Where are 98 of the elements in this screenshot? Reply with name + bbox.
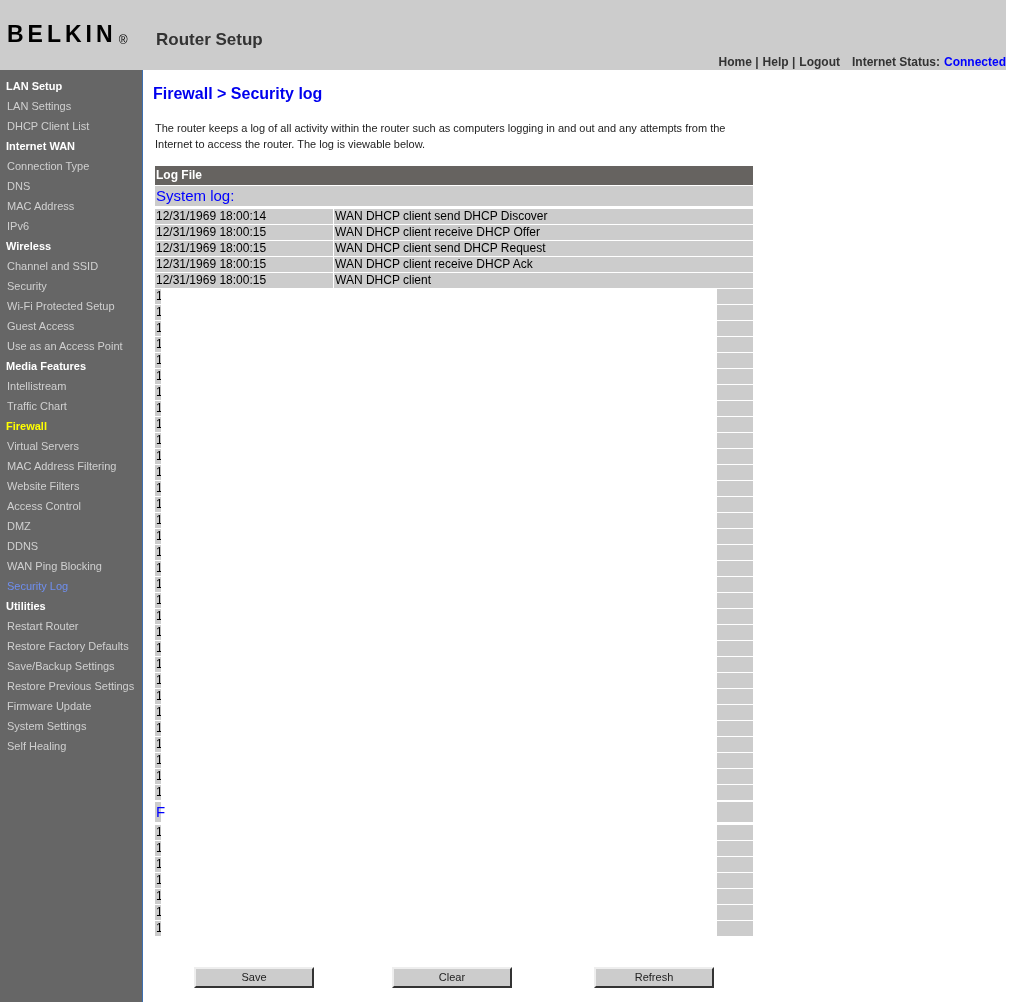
sidebar-item[interactable]: Virtual Servers <box>0 436 142 456</box>
sidebar-item[interactable]: DNS <box>0 176 142 196</box>
sidebar-item[interactable]: LAN Settings <box>0 96 142 116</box>
sidebar-item[interactable]: Restart Router <box>0 616 142 636</box>
registered-mark: ® <box>118 34 128 46</box>
log-message: WAN DHCP client receive DHCP Ack <box>334 257 753 272</box>
row-filler <box>717 369 753 384</box>
header-title: Router Setup <box>155 29 264 51</box>
row-filler <box>717 321 753 336</box>
sidebar-item[interactable]: Guest Access <box>0 316 142 336</box>
row-filler <box>717 921 753 936</box>
sidebar-item[interactable]: DHCP Client List <box>0 116 142 136</box>
row-filler <box>717 873 753 888</box>
sidebar-heading[interactable]: Internet WAN <box>0 136 142 156</box>
sidebar-heading[interactable]: Firewall <box>0 416 142 436</box>
log-header: Log File <box>155 166 753 185</box>
sidebar-item[interactable]: IPv6 <box>0 216 142 236</box>
row-filler <box>717 481 753 496</box>
row-filler <box>717 465 753 480</box>
log-message: WAN DHCP client send DHCP Request <box>334 241 753 256</box>
row-filler <box>717 802 753 822</box>
row-filler <box>717 609 753 624</box>
row-filler <box>717 841 753 856</box>
row-filler <box>717 785 753 800</box>
log-message: WAN DHCP client send DHCP Discover <box>334 209 753 224</box>
row-filler <box>717 545 753 560</box>
sidebar-item[interactable]: Website Filters <box>0 476 142 496</box>
log-time: 12/31/1969 18:00:15 <box>155 257 334 272</box>
sidebar-item[interactable]: DMZ <box>0 516 142 536</box>
row-filler <box>717 657 753 672</box>
sidebar-item[interactable]: Firmware Update <box>0 696 142 716</box>
row-filler <box>717 889 753 904</box>
log-time: 12/31/1969 18:00:15 <box>155 225 334 240</box>
row-filler <box>717 529 753 544</box>
sidebar-item[interactable]: MAC Address Filtering <box>0 456 142 476</box>
header-link[interactable]: Home | <box>718 52 759 71</box>
row-filler <box>717 825 753 840</box>
row-filler <box>717 561 753 576</box>
row-filler <box>717 857 753 872</box>
sidebar-item[interactable]: Access Control <box>0 496 142 516</box>
row-filler <box>717 289 753 304</box>
sidebar-item[interactable]: Intellistream <box>0 376 142 396</box>
row-filler <box>717 577 753 592</box>
sidebar-heading[interactable]: Media Features <box>0 356 142 376</box>
row-filler <box>717 689 753 704</box>
row-filler <box>717 353 753 368</box>
sidebar-heading[interactable]: Wireless <box>0 236 142 256</box>
sidebar-item[interactable]: MAC Address <box>0 196 142 216</box>
action-button[interactable]: Refresh <box>594 967 714 988</box>
sidebar-heading[interactable]: Utilities <box>0 596 142 616</box>
status-label: Internet Status: <box>851 53 940 71</box>
log-message: WAN DHCP client <box>334 273 753 288</box>
row-filler <box>717 417 753 432</box>
row-filler <box>717 705 753 720</box>
log-time: 12/31/1969 18:00:14 <box>155 209 334 224</box>
sidebar-item[interactable]: Save/Backup Settings <box>0 656 142 676</box>
row-filler <box>717 769 753 784</box>
log-section-title: System log: <box>155 186 753 206</box>
row-filler <box>717 305 753 320</box>
page-title: Firewall > Security log <box>153 84 324 104</box>
sidebar-item[interactable]: Restore Previous Settings <box>0 676 142 696</box>
row-filler <box>717 513 753 528</box>
sidebar-item[interactable]: Self Healing <box>0 736 142 756</box>
header-link[interactable]: Logout <box>799 52 840 71</box>
row-filler <box>717 433 753 448</box>
row-filler <box>717 449 753 464</box>
row-filler <box>717 721 753 736</box>
sidebar-item[interactable]: Channel and SSID <box>0 256 142 276</box>
brand-logo: BELKIN <box>7 23 117 46</box>
sidebar-item[interactable]: WAN Ping Blocking <box>0 556 142 576</box>
log-time: 12/31/1969 18:00:15 <box>155 241 334 256</box>
sidebar-item[interactable]: DDNS <box>0 536 142 556</box>
row-filler <box>717 905 753 920</box>
row-filler <box>717 753 753 768</box>
row-filler <box>717 737 753 752</box>
row-filler <box>717 497 753 512</box>
row-filler <box>717 385 753 400</box>
action-button[interactable]: Clear <box>392 967 512 988</box>
intro-text: The router keeps a log of all activity within the router such as computers logging in and out and any attempts from the Internet to access the router. The log is viewable below. <box>155 121 727 152</box>
sidebar-item[interactable]: Wi-Fi Protected Setup <box>0 296 142 316</box>
row-filler <box>717 673 753 688</box>
header-link[interactable]: Help | <box>762 52 796 71</box>
row-filler <box>717 401 753 416</box>
row-filler <box>717 593 753 608</box>
log-time: 12/31/1969 18:00:15 <box>155 273 334 288</box>
status-value: Connected <box>944 53 1006 71</box>
row-filler <box>717 625 753 640</box>
row-filler <box>717 337 753 352</box>
row-filler <box>717 641 753 656</box>
action-button[interactable]: Save <box>194 967 314 988</box>
sidebar-item[interactable]: Security <box>0 276 142 296</box>
sidebar-heading[interactable]: LAN Setup <box>0 76 142 96</box>
sidebar-item[interactable]: Connection Type <box>0 156 142 176</box>
log-message: WAN DHCP client receive DHCP Offer <box>334 225 753 240</box>
sidebar-item[interactable]: Traffic Chart <box>0 396 142 416</box>
sidebar-item[interactable]: Restore Factory Defaults <box>0 636 142 656</box>
sidebar-item[interactable]: Use as an Access Point <box>0 336 142 356</box>
sidebar-item[interactable]: System Settings <box>0 716 142 736</box>
